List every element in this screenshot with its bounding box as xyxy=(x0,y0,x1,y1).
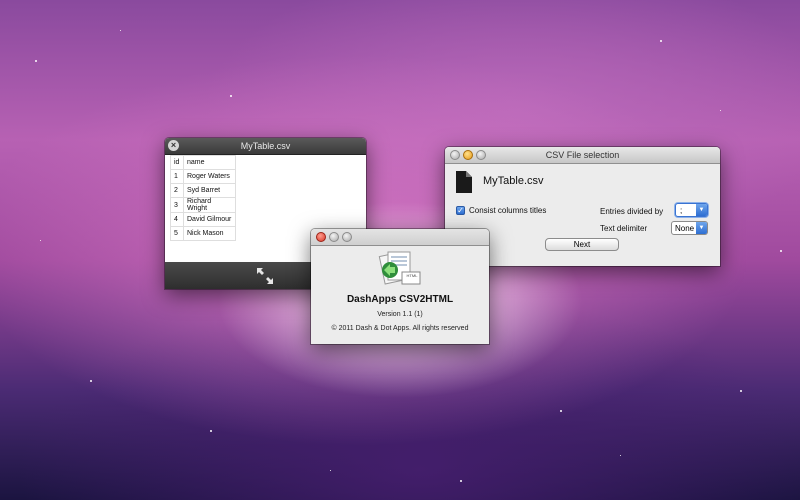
close-icon[interactable] xyxy=(316,232,326,242)
star xyxy=(720,110,721,111)
close-icon[interactable]: × xyxy=(168,140,179,151)
mytable-title: MyTable.csv xyxy=(240,141,291,151)
close-icon[interactable] xyxy=(450,150,460,160)
table-cell-name[interactable]: Roger Waters xyxy=(183,169,236,184)
csv-title: CSV File selection xyxy=(545,150,620,160)
table-cell-id[interactable]: 2 xyxy=(170,183,184,198)
star xyxy=(330,470,331,471)
table-row: 1 Roger Waters xyxy=(170,169,236,184)
about-window: HTML DashApps CSV2HTML Version 1.1 (1) ©… xyxy=(311,229,489,344)
text-delimiter-value: None xyxy=(675,224,695,233)
entries-divided-value: ; xyxy=(680,206,683,215)
table-cell-id[interactable]: 5 xyxy=(170,226,184,241)
csv-titlebar[interactable]: CSV File selection xyxy=(445,147,720,164)
star xyxy=(35,60,37,62)
star xyxy=(40,240,41,241)
star xyxy=(90,380,92,382)
column-header-id[interactable]: id xyxy=(170,155,184,170)
star xyxy=(660,40,662,42)
star xyxy=(740,390,742,392)
document-icon xyxy=(456,171,472,193)
minimize-icon[interactable] xyxy=(329,232,339,242)
star xyxy=(120,30,121,31)
star xyxy=(560,410,562,412)
data-table: id name 1 Roger Waters 2 Syd Barret 3 Ri… xyxy=(170,155,236,241)
app-icon-label: HTML xyxy=(406,273,418,278)
minimize-icon[interactable] xyxy=(463,150,473,160)
table-cell-id[interactable]: 4 xyxy=(170,212,184,227)
chevron-down-icon: ▼ xyxy=(696,222,707,234)
text-delimiter-label: Text delimiter xyxy=(600,224,648,233)
column-header-name[interactable]: name xyxy=(183,155,236,170)
table-row: 4 David Gilmour xyxy=(170,212,236,227)
zoom-icon[interactable] xyxy=(476,150,486,160)
about-titlebar[interactable] xyxy=(311,229,489,246)
table-cell-name[interactable]: Richard Wright xyxy=(183,197,236,213)
star xyxy=(230,95,232,97)
table-row: 5 Nick Mason xyxy=(170,226,236,241)
table-cell-id[interactable]: 3 xyxy=(170,197,184,213)
table-cell-name[interactable]: Nick Mason xyxy=(183,226,236,241)
app-version: Version 1.1 (1) xyxy=(377,311,423,318)
consist-columns-titles-checkbox[interactable]: ✓ xyxy=(456,206,465,215)
table-header-row: id name xyxy=(170,155,236,170)
about-body: HTML DashApps CSV2HTML Version 1.1 (1) ©… xyxy=(311,246,489,344)
table-cell-id[interactable]: 1 xyxy=(170,169,184,184)
star xyxy=(780,250,782,252)
table-row: 3 Richard Wright xyxy=(170,197,236,213)
file-name: MyTable.csv xyxy=(483,175,544,187)
checkbox-label: Consist columns titles xyxy=(469,206,547,215)
text-delimiter-select[interactable]: None ▼ xyxy=(671,221,708,235)
next-button[interactable]: Next xyxy=(545,238,619,251)
app-name: DashApps CSV2HTML xyxy=(346,294,454,305)
entries-divided-label: Entries divided by xyxy=(600,207,664,216)
star xyxy=(210,430,212,432)
fullscreen-arrows-icon[interactable] xyxy=(255,266,275,286)
mytable-titlebar[interactable]: × MyTable.csv xyxy=(165,138,366,155)
star xyxy=(460,480,462,482)
chevron-down-icon: ▼ xyxy=(696,204,707,216)
csv2html-app-icon xyxy=(378,251,421,285)
table-cell-name[interactable]: Syd Barret xyxy=(183,183,236,198)
table-row: 2 Syd Barret xyxy=(170,183,236,198)
table-cell-name[interactable]: David Gilmour xyxy=(183,212,236,227)
entries-divided-select[interactable]: ; ▼ xyxy=(675,203,708,217)
zoom-icon[interactable] xyxy=(342,232,352,242)
copyright: © 2011 Dash & Dot Apps. All rights reser… xyxy=(331,325,469,332)
star xyxy=(620,455,621,456)
